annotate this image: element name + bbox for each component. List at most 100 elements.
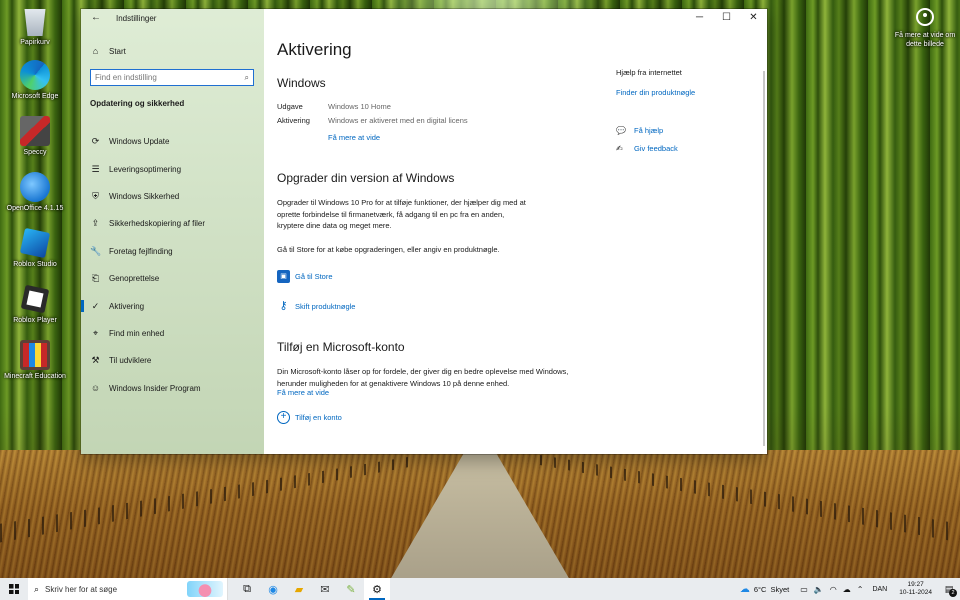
desktop-icon-roblox-player[interactable]: Roblox Player [0, 284, 70, 325]
edge-taskbar-button[interactable]: ◉ [260, 578, 286, 600]
activation-label: Aktivering [277, 116, 310, 125]
recovery-icon: ⎗ [91, 273, 100, 284]
find-device-icon: ⌖ [92, 327, 99, 338]
desktop-icon-roblox-studio[interactable]: Roblox Studio [0, 227, 70, 269]
edge-icon [20, 60, 50, 90]
desktop-icon-speccy[interactable]: Speccy [0, 116, 70, 157]
plus-circle-icon: + [277, 411, 290, 424]
mail-button[interactable]: ✉ [312, 578, 338, 600]
key-icon: ⚷ [279, 300, 288, 312]
find-product-key-link[interactable]: Finder din produktnøgle [616, 88, 695, 97]
minimize-button[interactable]: ─ [686, 9, 713, 27]
settings-search-input[interactable] [95, 73, 235, 82]
insider-icon: ☺ [90, 382, 101, 393]
developer-icon: ⚒ [91, 355, 100, 366]
scrollbar[interactable] [763, 71, 765, 446]
sidebar-item-windows-security[interactable]: ⛨ Windows Sikkerhed [81, 183, 264, 210]
desktop-icon-label: Speccy [23, 149, 47, 156]
maximize-button[interactable]: ☐ [713, 9, 740, 27]
settings-window: ← Indstillinger ⌂ Start ⌕ Opdatering og … [81, 9, 767, 454]
desktop-icon-label: Minecraft Education [4, 373, 66, 380]
account-heading: Tilføj en Microsoft-konto [277, 340, 405, 354]
close-button[interactable]: ✕ [740, 9, 767, 27]
input-language[interactable]: DAN [872, 586, 887, 593]
sidebar-item-for-developers[interactable]: ⚒ Til udviklere [81, 347, 264, 374]
add-account-link[interactable]: + Tilføj en konto [277, 411, 342, 424]
search-icon: ⌕ [244, 72, 249, 82]
desktop-icon-openoffice[interactable]: OpenOffice 4.1.15 [0, 172, 70, 213]
taskbar-search[interactable]: ⌕ Skriv her for at søge [28, 578, 228, 600]
check-circle-icon: ✓ [91, 300, 100, 311]
speccy-icon [20, 116, 50, 146]
store-icon: ▣ [277, 270, 290, 283]
start-button[interactable] [0, 578, 28, 600]
get-help-label: Få hjælp [634, 126, 664, 135]
cloud-sync-icon[interactable]: ☁ [843, 585, 851, 594]
help-heading: Hjælp fra internettet [616, 68, 682, 77]
find-product-key-label: Finder din produktnøgle [616, 88, 696, 97]
settings-taskbar-button[interactable]: ⚙ [364, 578, 390, 600]
system-tray: ☁ 6°C Skyet ▭ 🔈 ◠ ☁ ⌃ DAN 19:27 10-11-20… [740, 578, 960, 600]
feedback-icon: ✍ [616, 144, 623, 153]
desktop-icon-minecraft-education[interactable]: Minecraft Education [0, 340, 70, 381]
desktop-icon-label: Roblox Studio [13, 261, 57, 268]
desktop-icon-label: OpenOffice 4.1.15 [6, 205, 64, 212]
battery-icon[interactable]: ▭ [800, 585, 808, 594]
sidebar-item-label: Windows Insider Program [109, 383, 201, 393]
sidebar-item-label: Sikkerhedskopiering af filer [109, 219, 206, 229]
notification-center-button[interactable]: ▤ 2 [938, 578, 960, 600]
sidebar-item-delivery-optimization[interactable]: ☰ Leveringsoptimering [81, 155, 264, 182]
sidebar-item-troubleshoot[interactable]: 🔧 Foretag fejlfinding [81, 238, 264, 265]
sidebar-home[interactable]: ⌂ Start [90, 44, 126, 58]
wrench-icon: 🔧 [90, 245, 102, 256]
get-help-link[interactable]: 💬 Få hjælp [616, 126, 663, 135]
sidebar-item-windows-insider[interactable]: ☺ Windows Insider Program [81, 375, 264, 402]
chevron-up-icon[interactable]: ⌃ [857, 585, 864, 594]
settings-sidebar: ← Indstillinger ⌂ Start ⌕ Opdatering og … [81, 9, 264, 454]
network-icon[interactable]: ◠ [830, 585, 837, 594]
volume-icon[interactable]: 🔈 [814, 585, 824, 594]
camera-info-icon [916, 8, 934, 26]
task-view-button[interactable]: ⧉ [234, 578, 260, 600]
sidebar-item-label: Windows Update [109, 137, 170, 147]
search-icon: ⌕ [34, 583, 40, 594]
wallpaper-info-button[interactable]: Få mere at vide om dette billede [890, 8, 960, 49]
recycle-bin-icon [24, 9, 46, 36]
paint-button[interactable]: ✎ [338, 578, 364, 600]
sidebar-item-activation[interactable]: ✓ Aktivering [81, 292, 264, 319]
help-panel: Hjælp fra internettet [616, 68, 756, 77]
back-button[interactable]: ← [89, 12, 103, 24]
home-icon: ⌂ [92, 45, 99, 56]
clock[interactable]: 19:27 10-11-2024 [899, 581, 932, 597]
learn-more-account-link[interactable]: Få mere at vide [277, 388, 329, 397]
settings-search-box[interactable]: ⌕ [90, 69, 254, 86]
search-highlight-image [187, 581, 223, 597]
weather-condition: Skyet [770, 584, 790, 594]
change-product-key-label: Skift produktnøgle [295, 302, 356, 311]
give-feedback-link[interactable]: ✍ Giv feedback [616, 144, 678, 153]
sidebar-item-windows-update[interactable]: ⟳ Windows Update [81, 128, 264, 155]
sidebar-item-recovery[interactable]: ⎗ Genoprettelse [81, 265, 264, 292]
weather-widget[interactable]: ☁ 6°C Skyet [740, 584, 789, 595]
give-feedback-label: Giv feedback [634, 144, 678, 153]
window-controls: ─ ☐ ✕ [686, 9, 767, 27]
desktop-icon-label: Roblox Player [13, 317, 57, 324]
sidebar-item-find-my-device[interactable]: ⌖ Find min enhed [81, 320, 264, 347]
sidebar-item-backup[interactable]: ⇪ Sikkerhedskopiering af filer [81, 210, 264, 237]
change-product-key-link[interactable]: ⚷ Skift produktnøgle [277, 300, 355, 313]
notification-badge: 2 [949, 589, 957, 597]
windows-logo-icon [9, 584, 19, 594]
sidebar-item-label: Aktivering [109, 301, 145, 311]
openoffice-icon [20, 172, 50, 202]
minecraft-education-icon [20, 340, 50, 370]
cloud-icon: ☁ [739, 583, 750, 595]
desktop-icon-edge[interactable]: Microsoft Edge [0, 60, 70, 101]
go-to-store-link[interactable]: ▣ Gå til Store [277, 270, 333, 283]
sync-icon: ⟳ [91, 136, 100, 147]
clock-time: 19:27 [907, 581, 924, 588]
desktop-icon-recycle-bin[interactable]: Papirkurv [0, 6, 70, 47]
file-explorer-button[interactable]: ▰ [286, 578, 312, 600]
clock-date: 10-11-2024 [899, 589, 932, 596]
delivery-optimization-icon: ☰ [91, 163, 100, 174]
learn-more-activation-link[interactable]: Få mere at vide [328, 133, 380, 142]
